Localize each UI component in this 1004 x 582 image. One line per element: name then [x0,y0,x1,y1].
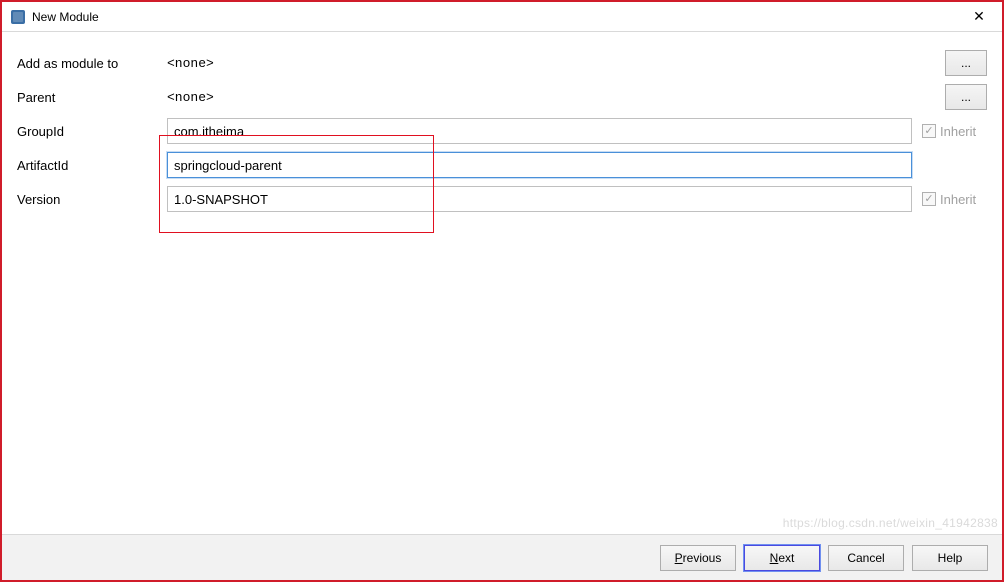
cancel-button[interactable]: Cancel [828,545,904,571]
groupid-inherit-label: Inherit [940,124,976,139]
parent-value: <none> [167,90,937,105]
dialog-window: New Module ✕ Add as module to <none> ...… [0,0,1004,582]
add-module-value: <none> [167,56,937,71]
groupid-inherit-wrap: Inherit [922,124,987,139]
artifactid-input[interactable] [167,152,912,178]
next-button[interactable]: Next [744,545,820,571]
button-bar: Previous Next Cancel Help [2,534,1002,580]
titlebar-left: New Module [10,9,99,25]
ellipsis-icon: ... [961,90,971,104]
window-title: New Module [32,10,99,24]
version-inherit-wrap: Inherit [922,192,987,207]
version-label: Version [17,192,167,207]
add-module-label: Add as module to [17,56,167,71]
parent-label: Parent [17,90,167,105]
groupid-inherit-checkbox[interactable] [922,124,936,138]
app-icon [10,9,26,25]
version-inherit-label: Inherit [940,192,976,207]
close-icon: ✕ [973,8,985,25]
version-input[interactable] [167,186,912,212]
content-area: Add as module to <none> ... Parent <none… [2,32,1002,230]
ellipsis-icon: ... [961,56,971,70]
row-groupid: GroupId Inherit [17,118,987,144]
row-parent: Parent <none> ... [17,84,987,110]
close-button[interactable]: ✕ [956,2,1002,32]
help-button[interactable]: Help [912,545,988,571]
watermark-text: https://blog.csdn.net/weixin_41942838 [783,516,998,530]
groupid-label: GroupId [17,124,167,139]
version-inherit-checkbox[interactable] [922,192,936,206]
parent-browse-button[interactable]: ... [945,84,987,110]
add-module-browse-button[interactable]: ... [945,50,987,76]
previous-button[interactable]: Previous [660,545,736,571]
titlebar: New Module ✕ [2,2,1002,32]
row-artifactid: ArtifactId [17,152,987,178]
highlight-annotation [159,135,434,233]
artifactid-label: ArtifactId [17,158,167,173]
row-version: Version Inherit [17,186,987,212]
row-add-module: Add as module to <none> ... [17,50,987,76]
groupid-input[interactable] [167,118,912,144]
